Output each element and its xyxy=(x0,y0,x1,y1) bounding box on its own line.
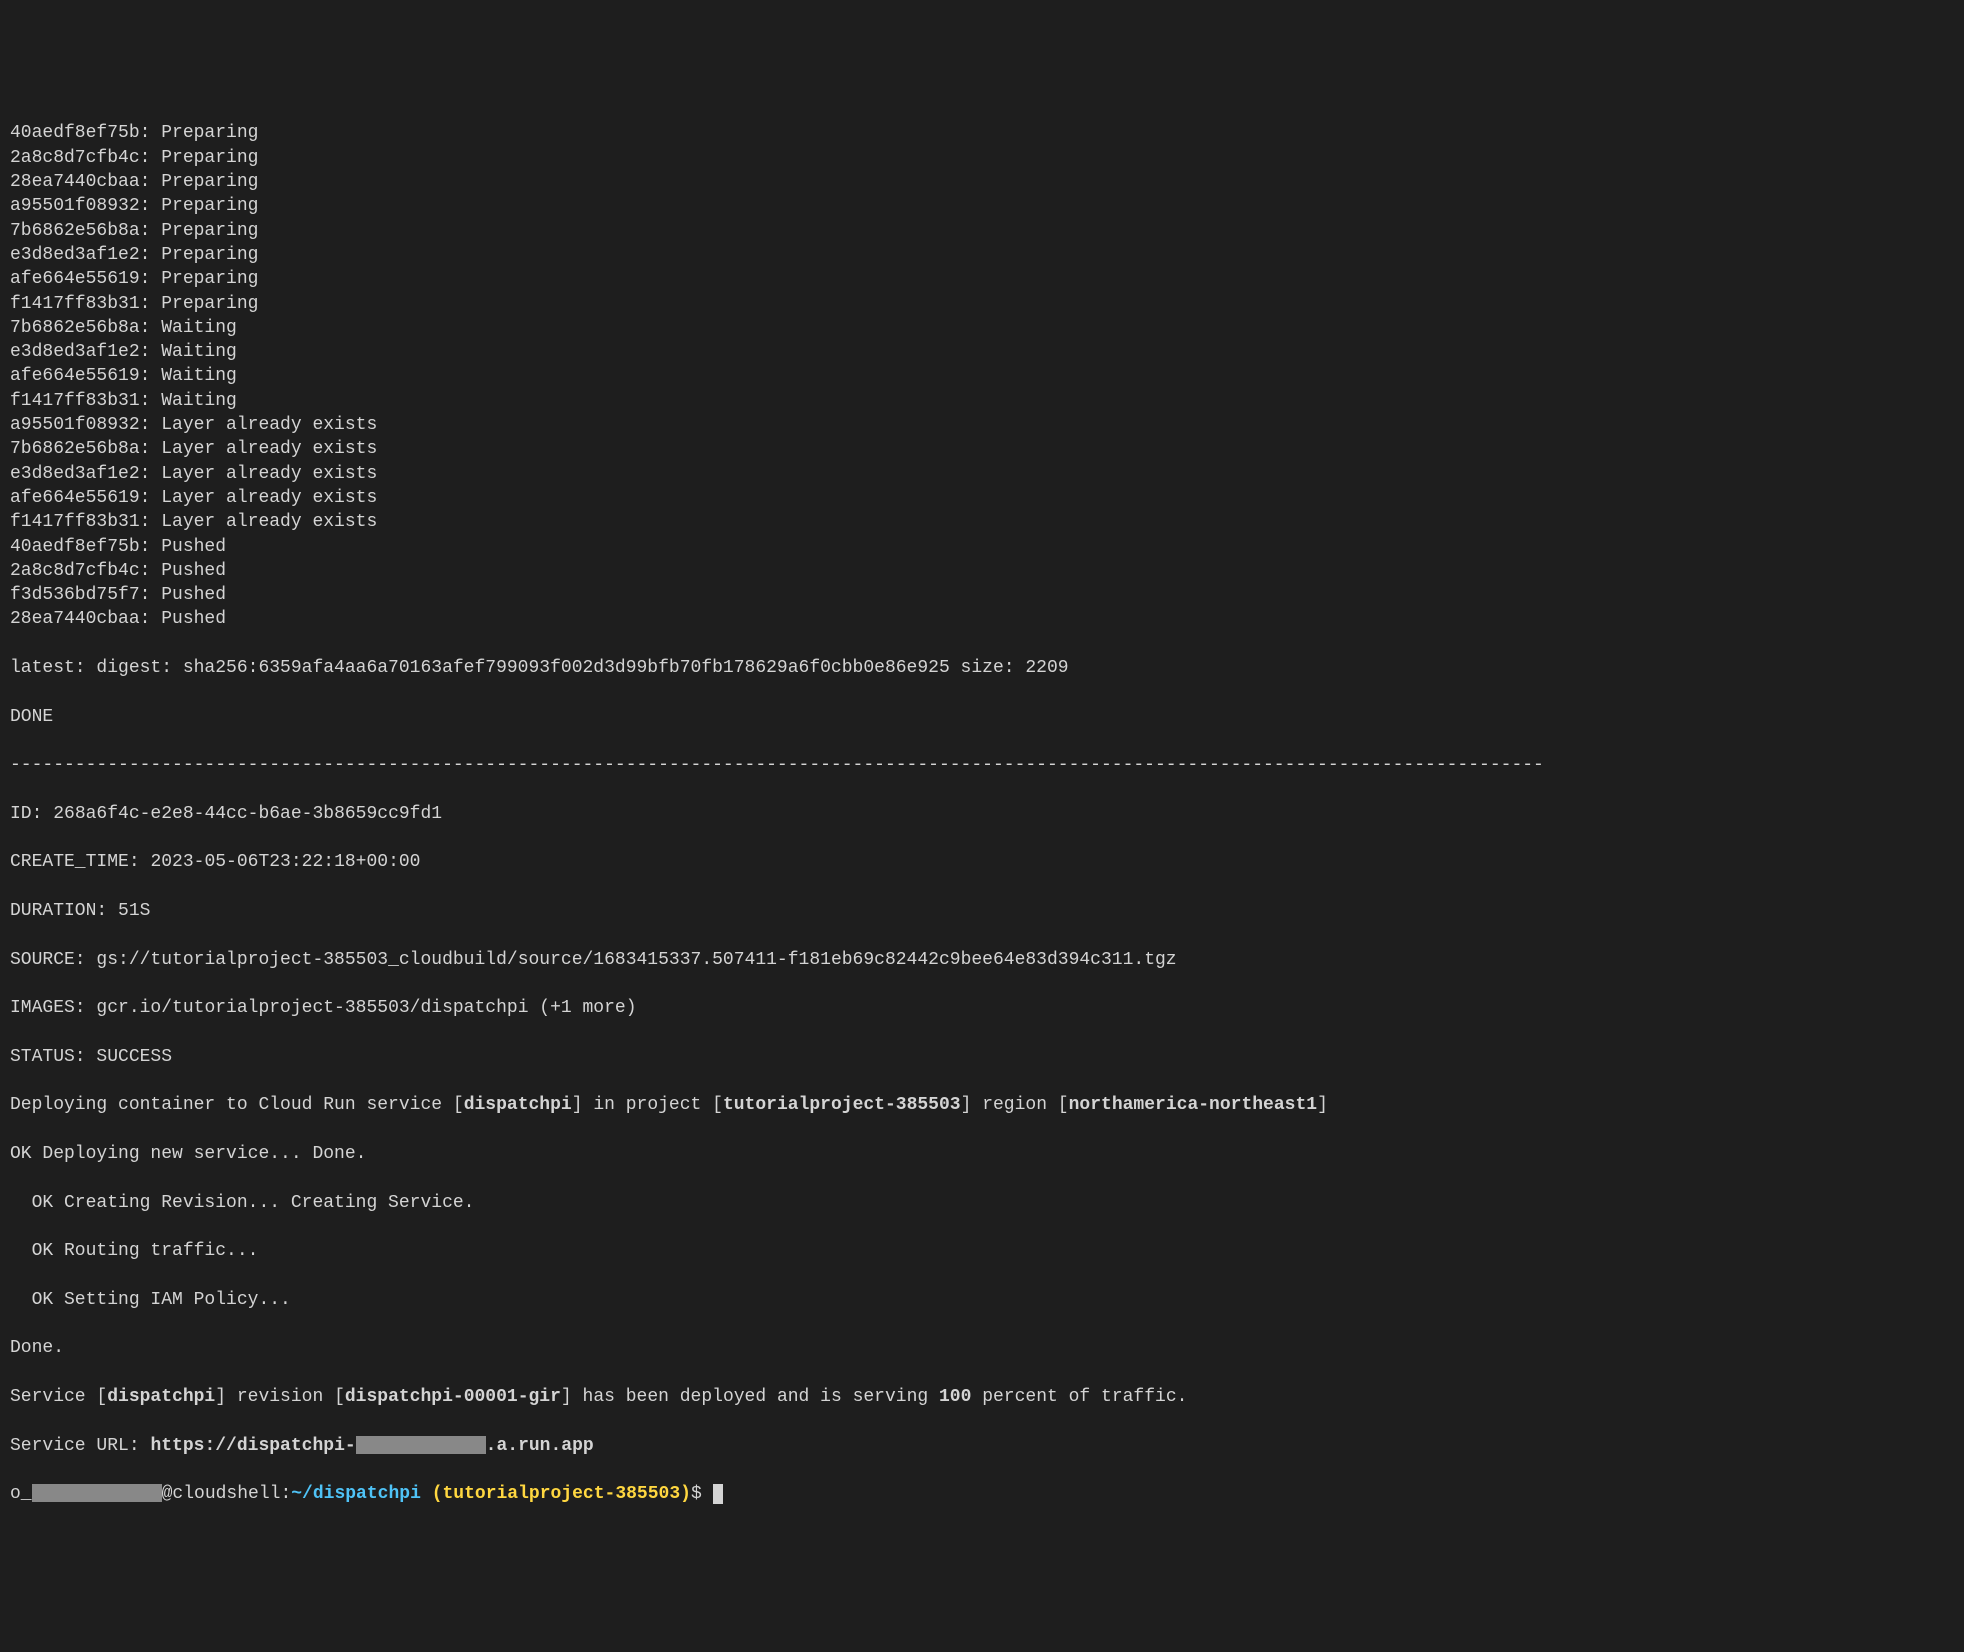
deploy-line: Deploying container to Cloud Run service… xyxy=(10,1093,1954,1117)
revision-line: Service [dispatchpi] revision [dispatchp… xyxy=(10,1385,1954,1409)
layer-line: a95501f08932: Layer already exists xyxy=(10,413,1954,437)
layer-line: a95501f08932: Preparing xyxy=(10,194,1954,218)
layer-line: 28ea7440cbaa: Pushed xyxy=(10,607,1954,631)
layer-line: 7b6862e56b8a: Waiting xyxy=(10,316,1954,340)
build-source-line: SOURCE: gs://tutorialproject-385503_clou… xyxy=(10,948,1954,972)
step-line-1: OK Deploying new service... Done. xyxy=(10,1142,1954,1166)
layer-line: 40aedf8ef75b: Preparing xyxy=(10,121,1954,145)
step-line-4: OK Setting IAM Policy... xyxy=(10,1288,1954,1312)
service-url-line: Service URL: https://dispatchpi-.a.run.a… xyxy=(10,1434,1954,1458)
layer-lines: 40aedf8ef75b: Preparing2a8c8d7cfb4c: Pre… xyxy=(10,121,1954,631)
step-line-2: OK Creating Revision... Creating Service… xyxy=(10,1191,1954,1215)
layer-line: 2a8c8d7cfb4c: Preparing xyxy=(10,146,1954,170)
prompt-line[interactable]: o_@cloudshell:~/dispatchpi (tutorialproj… xyxy=(10,1482,1954,1506)
layer-line: e3d8ed3af1e2: Preparing xyxy=(10,243,1954,267)
layer-line: 7b6862e56b8a: Preparing xyxy=(10,219,1954,243)
layer-line: 40aedf8ef75b: Pushed xyxy=(10,535,1954,559)
step-line-3: OK Routing traffic... xyxy=(10,1239,1954,1263)
digest-line: latest: digest: sha256:6359afa4aa6a70163… xyxy=(10,656,1954,680)
redacted-url-segment xyxy=(356,1436,486,1454)
layer-line: 28ea7440cbaa: Preparing xyxy=(10,170,1954,194)
layer-line: e3d8ed3af1e2: Waiting xyxy=(10,340,1954,364)
done-line: DONE xyxy=(10,705,1954,729)
separator-line: ----------------------------------------… xyxy=(10,753,1954,777)
layer-line: f1417ff83b31: Layer already exists xyxy=(10,510,1954,534)
build-create-time-line: CREATE_TIME: 2023-05-06T23:22:18+00:00 xyxy=(10,850,1954,874)
build-status-line: STATUS: SUCCESS xyxy=(10,1045,1954,1069)
layer-line: afe664e55619: Waiting xyxy=(10,364,1954,388)
layer-line: 2a8c8d7cfb4c: Pushed xyxy=(10,559,1954,583)
build-id-line: ID: 268a6f4c-e2e8-44cc-b6ae-3b8659cc9fd1 xyxy=(10,802,1954,826)
layer-line: f1417ff83b31: Preparing xyxy=(10,292,1954,316)
done-deploy-line: Done. xyxy=(10,1336,1954,1360)
cursor-icon xyxy=(713,1484,723,1504)
redacted-username xyxy=(32,1484,162,1502)
build-images-line: IMAGES: gcr.io/tutorialproject-385503/di… xyxy=(10,996,1954,1020)
layer-line: 7b6862e56b8a: Layer already exists xyxy=(10,437,1954,461)
build-duration-line: DURATION: 51S xyxy=(10,899,1954,923)
layer-line: afe664e55619: Layer already exists xyxy=(10,486,1954,510)
layer-line: f1417ff83b31: Waiting xyxy=(10,389,1954,413)
terminal-output[interactable]: 40aedf8ef75b: Preparing2a8c8d7cfb4c: Pre… xyxy=(0,97,1964,1531)
layer-line: afe664e55619: Preparing xyxy=(10,267,1954,291)
layer-line: e3d8ed3af1e2: Layer already exists xyxy=(10,462,1954,486)
layer-line: f3d536bd75f7: Pushed xyxy=(10,583,1954,607)
